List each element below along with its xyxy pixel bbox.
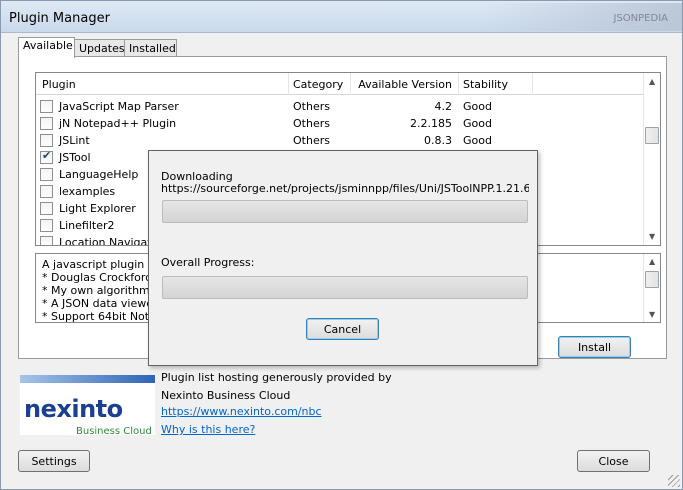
scrollbar-thumb[interactable] [645, 127, 659, 144]
close-button[interactable]: Close [577, 450, 650, 472]
plugin-list-scrollbar[interactable]: ▲ ▼ [643, 73, 660, 245]
plugin-checkbox[interactable] [40, 236, 53, 245]
column-divider[interactable] [458, 73, 459, 95]
tab-installed[interactable]: Installed [124, 39, 177, 57]
plugin-name: Light Explorer [59, 202, 136, 215]
cancel-button[interactable]: Cancel [306, 318, 379, 340]
plugin-version: 4.2 [434, 100, 453, 113]
background-window-title: JSONPEDIA [613, 13, 669, 24]
table-row[interactable]: JSLint Others 0.8.3 Good [36, 132, 646, 149]
plugin-name: JSTool [59, 151, 91, 164]
plugin-category: Others [293, 100, 330, 113]
nexinto-logo: nexinto Business Cloud [20, 375, 155, 437]
scroll-down-arrow-icon[interactable]: ▼ [649, 232, 655, 241]
logo-swoosh [20, 375, 155, 383]
scroll-down-arrow-icon[interactable]: ▼ [649, 310, 655, 319]
hosting-provider-name: Nexinto Business Cloud [161, 389, 291, 402]
plugin-list-header: Plugin Category Available Version Stabil… [36, 73, 646, 95]
hosting-credit-text: Plugin list hosting generously provided … [161, 371, 392, 384]
column-header-plugin[interactable]: Plugin [42, 78, 76, 91]
title-bar: Plugin Manager JSONPEDIA [1, 1, 682, 33]
plugin-name: JSLint [59, 134, 90, 147]
download-url: https://sourceforge.net/projects/jsminnp… [161, 182, 529, 195]
overall-progress-bar [162, 276, 528, 299]
scrollbar-thumb[interactable] [645, 271, 659, 288]
plugin-checkbox[interactable] [40, 134, 53, 147]
table-row[interactable]: JavaScript Map Parser Others 4.2 Good [36, 98, 646, 115]
plugin-category: Others [293, 134, 330, 147]
column-divider[interactable] [532, 73, 533, 95]
table-row[interactable]: jN Notepad++ Plugin Others 2.2.185 Good [36, 115, 646, 132]
scroll-up-arrow-icon[interactable]: ▲ [649, 77, 655, 86]
description-line: * A JSON data viewer. [42, 297, 161, 310]
plugin-name: JavaScript Map Parser [59, 100, 179, 113]
column-header-category[interactable]: Category [293, 78, 343, 91]
plugin-checkbox-checked[interactable] [40, 149, 53, 164]
column-divider[interactable] [350, 73, 351, 95]
plugin-checkbox[interactable] [40, 100, 53, 113]
hosting-provider-link[interactable]: https://www.nexinto.com/nbc [161, 405, 322, 418]
plugin-stability: Good [463, 134, 492, 147]
install-button[interactable]: Install [558, 336, 631, 358]
plugin-name: jN Notepad++ Plugin [59, 117, 177, 130]
plugin-name: Location Navigate [59, 236, 159, 246]
logo-subtext: Business Cloud [76, 426, 152, 437]
plugin-name: Linefilter2 [59, 219, 115, 232]
plugin-name: lexamples [59, 185, 116, 198]
plugin-checkbox[interactable] [40, 219, 53, 232]
why-is-this-here-link[interactable]: Why is this here? [161, 423, 255, 436]
scroll-up-arrow-icon[interactable]: ▲ [649, 257, 655, 266]
download-progress-bar [162, 200, 528, 223]
plugin-name: LanguageHelp [59, 168, 139, 181]
download-progress-dialog: Downloading https://sourceforge.net/proj… [148, 150, 538, 366]
window-title: Plugin Manager [9, 11, 110, 26]
plugin-manager-window: Plugin Manager JSONPEDIA Available Updat… [0, 0, 683, 490]
resize-grip-icon[interactable] [668, 475, 680, 487]
column-divider[interactable] [288, 73, 289, 95]
tab-available[interactable]: Available [18, 37, 75, 58]
plugin-checkbox[interactable] [40, 168, 53, 181]
plugin-stability: Good [463, 117, 492, 130]
description-scrollbar[interactable]: ▲ ▼ [643, 254, 660, 322]
background-window-title-area: JSONPEDIA [482, 3, 682, 31]
plugin-stability: Good [463, 100, 492, 113]
tab-updates[interactable]: Updates [74, 39, 125, 57]
column-header-stability[interactable]: Stability [463, 78, 508, 91]
settings-button[interactable]: Settings [18, 450, 90, 472]
plugin-checkbox[interactable] [40, 185, 53, 198]
plugin-checkbox[interactable] [40, 117, 53, 130]
plugin-checkbox[interactable] [40, 202, 53, 215]
overall-progress-label: Overall Progress: [161, 256, 255, 269]
column-header-version[interactable]: Available Version [355, 78, 452, 91]
logo-text: nexinto [24, 395, 123, 423]
plugin-version: 0.8.3 [424, 134, 452, 147]
plugin-category: Others [293, 117, 330, 130]
plugin-version: 2.2.185 [410, 117, 452, 130]
